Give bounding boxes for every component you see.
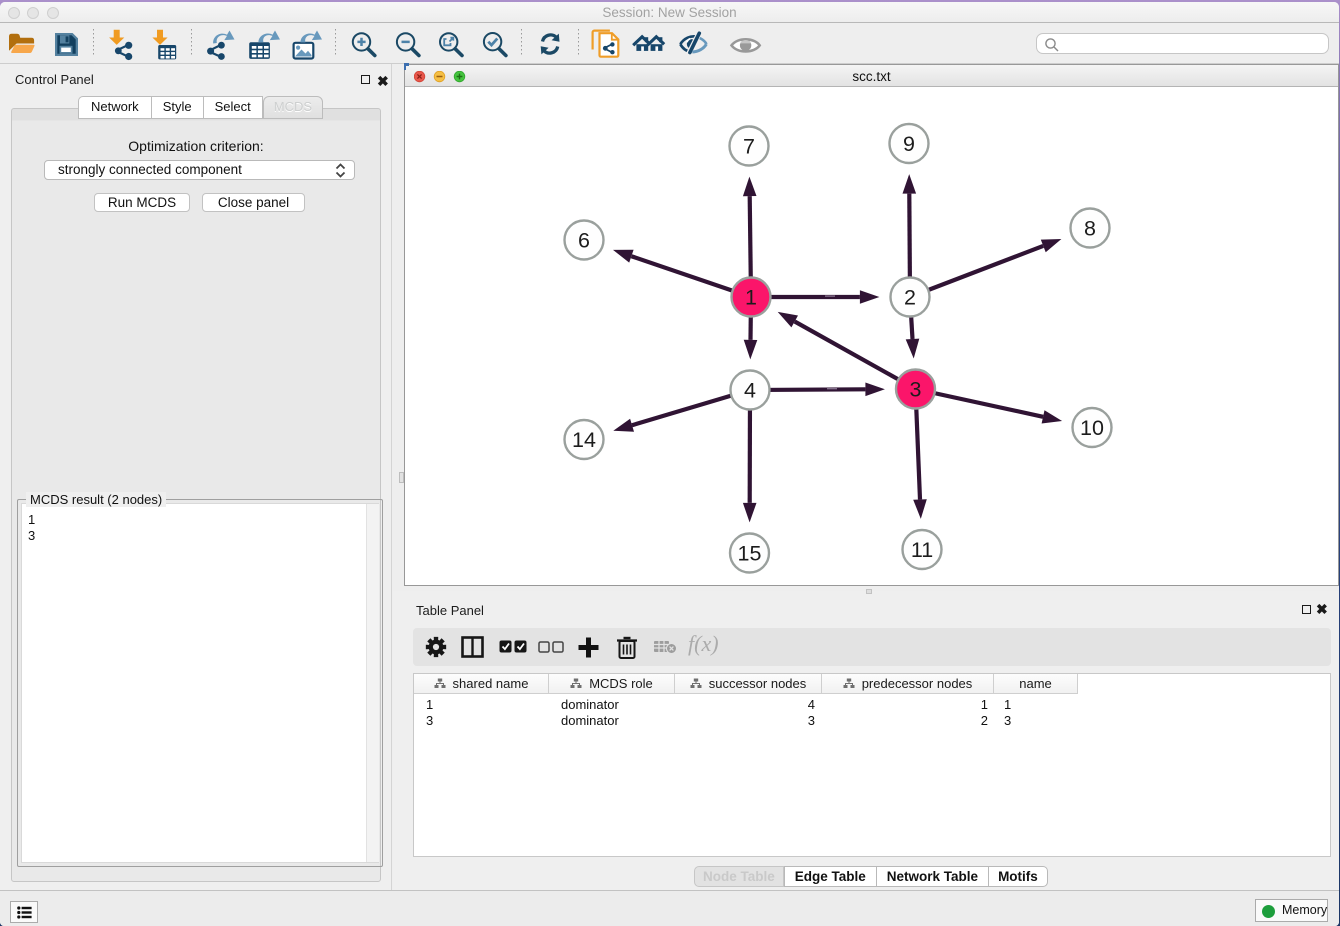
svg-text:6: 6	[578, 229, 590, 253]
svg-text:11: 11	[911, 538, 933, 562]
svg-text:8: 8	[1084, 217, 1096, 241]
svg-text:15: 15	[738, 542, 762, 566]
svg-text:10: 10	[1080, 416, 1104, 440]
svg-text:2: 2	[904, 286, 916, 310]
svg-text:4: 4	[744, 379, 756, 403]
svg-text:14: 14	[572, 428, 596, 452]
svg-text:9: 9	[903, 132, 915, 156]
svg-text:7: 7	[743, 135, 755, 159]
svg-text:1: 1	[745, 286, 757, 310]
svg-text:3: 3	[910, 378, 922, 402]
